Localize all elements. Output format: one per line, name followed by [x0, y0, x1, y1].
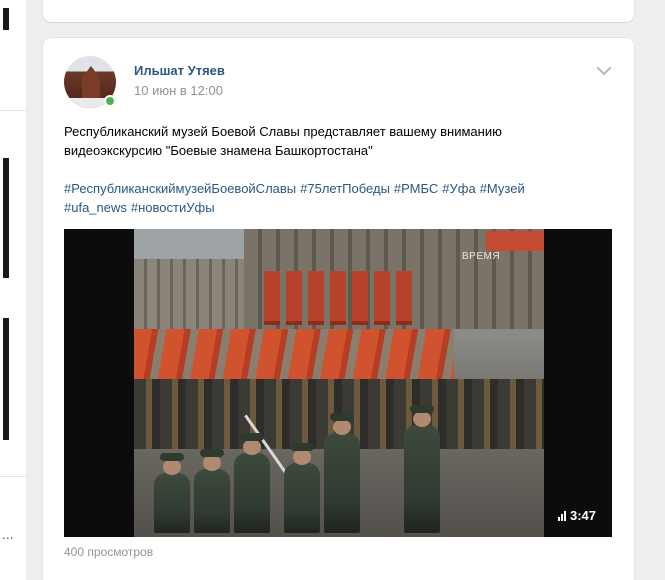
hashtag-link[interactable]: #РеспубликанскиймузейБоевойСлавы [64, 181, 296, 196]
hashtag-list: #РеспубликанскиймузейБоевойСлавы #75летПо… [64, 179, 614, 217]
hashtag-link[interactable]: #Уфа [442, 181, 475, 196]
video-duration-text: 3:47 [569, 508, 596, 523]
hashtag-link[interactable]: #РМБС [394, 181, 438, 196]
thumb-banner [264, 271, 280, 325]
thumb-banner [374, 271, 390, 325]
thumb-marcher [154, 453, 190, 533]
thumb-marcher [234, 433, 270, 533]
left-thumb-2[interactable] [3, 158, 9, 278]
hashtag-link[interactable]: #новостиУфы [131, 200, 215, 215]
online-indicator [104, 95, 116, 107]
video-watermark: ВРЕМЯ [462, 251, 501, 262]
more-label[interactable]: ... [2, 528, 13, 542]
thumb-marcher [404, 405, 440, 533]
left-thumb-3[interactable] [3, 318, 9, 440]
thumb-banner [308, 271, 324, 325]
wall-post: Ильшат Утяев 10 июн в 12:00 Республиканс… [43, 38, 634, 580]
divider [0, 476, 26, 477]
thumb-banner [330, 271, 346, 325]
view-count: 400 просмотров [64, 545, 154, 559]
avatar-building-image [81, 66, 101, 100]
quality-bars-icon [557, 510, 566, 521]
post-author[interactable]: Ильшат Утяев [134, 63, 225, 78]
hashtag-link[interactable]: #75летПобеды [300, 181, 390, 196]
video-thumbnail [134, 229, 544, 537]
thumb-banner [286, 271, 302, 325]
left-thumb-1[interactable] [3, 8, 9, 30]
thumb-banner [352, 271, 368, 325]
thumb-marcher [284, 443, 320, 533]
thumb-marcher [194, 449, 230, 533]
post-date[interactable]: 10 июн в 12:00 [134, 83, 223, 98]
hashtag-link[interactable]: #ufa_news [64, 200, 127, 215]
hashtag-link[interactable]: #Музей [480, 181, 525, 196]
divider [0, 110, 26, 111]
post-text: Республиканский музей Боевой Славы предс… [64, 122, 614, 160]
video-player[interactable]: ВРЕМЯ 3:47 [64, 229, 612, 537]
thumb-banner-top [486, 231, 544, 251]
post-text-line: видеоэкскурсию "Боевые знамена Башкортос… [64, 143, 373, 158]
video-duration: 3:47 [557, 508, 596, 523]
thumb-marcher [324, 413, 360, 533]
left-column: ... [0, 0, 26, 580]
thumb-building [134, 259, 254, 329]
chevron-down-icon[interactable] [596, 65, 612, 77]
thumb-banner [396, 271, 412, 325]
previous-post-card [43, 0, 634, 22]
post-text-line: Республиканский музей Боевой Славы предс… [64, 124, 502, 139]
